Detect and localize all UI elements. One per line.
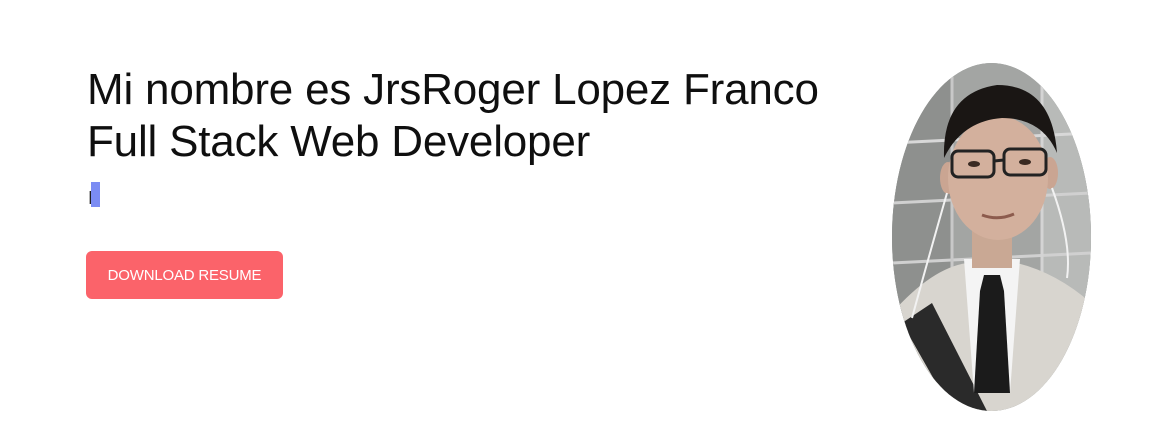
hero-name-heading: Mi nombre es JrsRoger Lopez Franco	[87, 65, 819, 114]
typing-cursor	[91, 182, 100, 207]
hero-text: Mi nombre es JrsRoger Lopez Franco Full …	[87, 64, 819, 212]
download-resume-button[interactable]: DOWNLOAD RESUME	[86, 251, 283, 299]
typed-text-line: I	[87, 182, 819, 212]
hero-role-heading: Full Stack Web Developer	[87, 117, 591, 166]
profile-photo	[892, 63, 1091, 411]
